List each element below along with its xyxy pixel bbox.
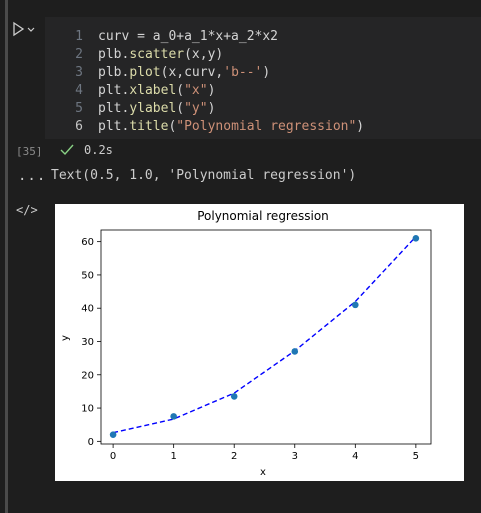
code-token: plb. (98, 64, 130, 80)
x-tick-label: 2 (231, 451, 237, 462)
scatter-point (170, 413, 177, 420)
line-number: 2 (75, 46, 83, 62)
polynomial-chart: 0 1 2 3 4 50102030405060Polynomial regression… (60, 209, 432, 478)
y-tick-label: 50 (81, 270, 94, 281)
code-token: plt. (98, 100, 130, 116)
code-token: ( (168, 118, 177, 134)
x-tick-label: 1 (170, 451, 176, 462)
code-editor[interactable]: 1 curv = a_0+a_1*x+a_2*x2 2 plb. scatter (x,y… (45, 17, 481, 139)
code-token: ) (262, 64, 271, 80)
execution-count: [35] (16, 145, 43, 158)
text-output: Text(0.5, 1.0, 'Polynomial regression') (51, 168, 357, 183)
y-tick-label: 30 (81, 337, 94, 348)
code-token: title (129, 118, 169, 134)
code-token: "x" (184, 82, 208, 98)
execution-status: 0.2s (60, 141, 113, 159)
code-token: plt. (98, 118, 130, 134)
play-icon (13, 21, 25, 37)
line-number: 3 (75, 64, 83, 80)
code-token: 'b--' (223, 64, 263, 80)
run-cell-button[interactable] (12, 20, 36, 38)
code-token: ) (356, 118, 365, 134)
code-token: ) (207, 82, 216, 98)
code-token: ( (176, 82, 185, 98)
line-number: 5 (75, 100, 83, 116)
scatter-point (352, 301, 359, 309)
y-tick-label: 20 (81, 370, 94, 381)
code-line[interactable]: 4 plt. xlabel("x") (45, 81, 215, 99)
code-token: xlabel (129, 82, 177, 98)
x-tick-label: 4 (352, 451, 358, 462)
code-toggle-icon[interactable]: </> (16, 203, 38, 217)
line-number: 6 (75, 118, 83, 134)
plot-frame (100, 229, 432, 445)
code-line[interactable]: 1 curv = a_0+a_1*x+a_2*x2 (45, 27, 278, 45)
y-tick-label: 0 (88, 437, 94, 448)
code-token: plb. (98, 46, 130, 62)
scatter-point (109, 431, 117, 438)
code-token: (x,curv, (160, 64, 224, 80)
code-token: ( (176, 100, 185, 116)
scatter-point (412, 235, 420, 242)
fit-curve-line (112, 236, 417, 434)
scatter-point (230, 393, 238, 400)
plot-output: 0 1 2 3 4 5 0 10 20 30 40 50 60 Polynomial regression… (55, 204, 464, 481)
x-tick-label: 5 (413, 451, 419, 462)
code-token: plt. (98, 82, 130, 98)
code-token: (x,y) (184, 46, 224, 62)
x-tick-label: 3 (292, 451, 298, 462)
output-menu-button[interactable]: ... (18, 168, 46, 184)
code-line[interactable]: 3 plb. plot (x,curv,'b--') (45, 63, 270, 81)
scatter-point (291, 348, 299, 355)
y-tick-label: 40 (81, 304, 94, 315)
code-token: plot (129, 64, 161, 80)
run-time: 0.2s (84, 143, 113, 157)
x-axis-label: x (260, 467, 266, 478)
code-token: ylabel (129, 100, 177, 116)
line-number: 1 (75, 28, 83, 44)
code-line[interactable]: 6 plt. title("Polynomial regression") (45, 117, 364, 135)
code-token: "y" (184, 100, 208, 116)
code-token: "Polynomial regression" (176, 118, 357, 134)
code-token: ) (207, 100, 216, 116)
code-line[interactable]: 2 plb. scatter (x,y) (45, 45, 223, 63)
line-number: 4 (75, 82, 83, 98)
chart-title: Polynomial regression (197, 209, 329, 223)
y-tick-label: 60 (81, 237, 94, 248)
code-line[interactable]: 5 plt. ylabel("y") (45, 99, 215, 117)
checkmark-icon (60, 144, 74, 156)
code-token: curv = a_0+a_1*x+a_2*x2 (98, 28, 279, 44)
y-tick-label: 10 (81, 404, 94, 415)
chevron-down-icon (27, 27, 35, 32)
code-token: scatter (129, 46, 185, 62)
x-tick-label: 0 (110, 451, 116, 462)
y-axis-label: y (60, 335, 71, 341)
